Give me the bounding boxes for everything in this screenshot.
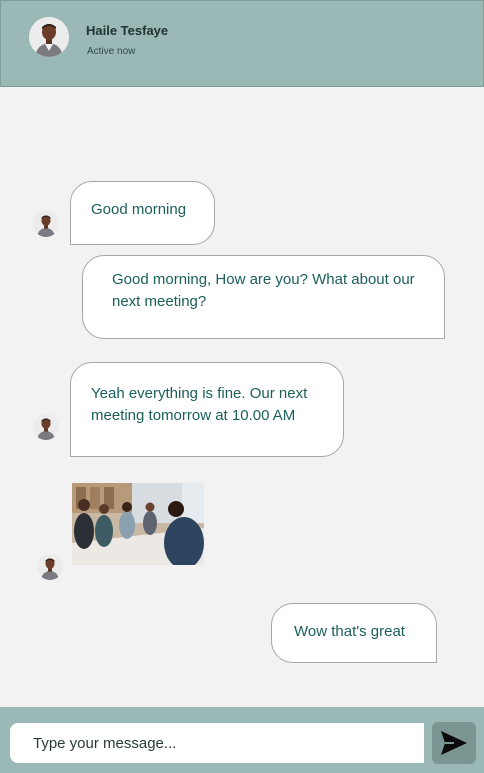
sender-avatar <box>33 414 59 440</box>
send-button[interactable] <box>432 722 476 764</box>
sender-avatar <box>33 211 59 237</box>
sender-avatar <box>37 554 63 580</box>
message-bubble-incoming: Good morning <box>70 181 215 245</box>
send-icon <box>441 731 467 755</box>
contact-status: Active now <box>87 46 136 57</box>
message-bubble-outgoing: Wow that's great <box>271 603 437 663</box>
message-composer <box>0 707 484 773</box>
message-bubble-outgoing: Good morning, How are you? What about ou… <box>82 255 445 339</box>
message-text: Wow that's great <box>294 623 405 640</box>
contact-name: Haile Tesfaye <box>86 23 169 38</box>
contact-avatar[interactable] <box>29 17 69 57</box>
chat-header: Haile Tesfaye Active now <box>0 0 484 87</box>
meeting-photo[interactable] <box>72 483 204 565</box>
message-bubble-incoming: Yeah everything is fine. Our next meetin… <box>70 362 344 457</box>
message-text: Yeah everything is fine. Our next meetin… <box>91 385 308 424</box>
message-text: Good morning <box>91 201 187 218</box>
message-text: Good morning, How are you? What about ou… <box>112 271 415 310</box>
message-input[interactable] <box>10 723 424 763</box>
